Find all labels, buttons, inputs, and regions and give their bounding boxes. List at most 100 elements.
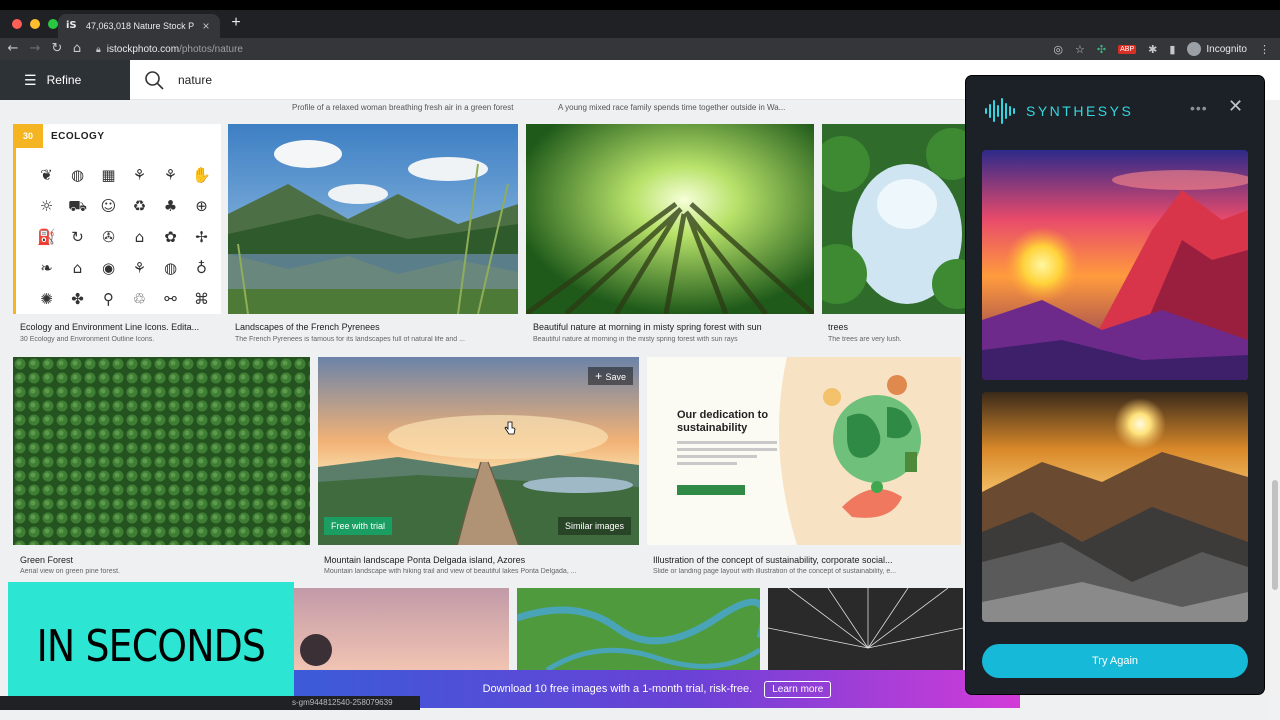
ecology-count-badge: 30 [13, 124, 43, 148]
sustainability-subtitle: Slide or landing page layout with illust… [653, 568, 897, 575]
incognito-label: Incognito [1206, 43, 1247, 55]
spring-forest-title[interactable]: Beautiful nature at morning in misty spr… [533, 322, 818, 332]
refine-button[interactable]: ☰ Refine [0, 60, 130, 100]
green-forest-subtitle: Aerial view on green pine forest. [20, 568, 120, 575]
extension-icon[interactable]: ✣ [1097, 43, 1106, 56]
eco-house-icon: ⌂ [72, 259, 83, 277]
synthesys-brand-name: SYNTHESYS [1026, 103, 1134, 119]
save-button[interactable]: + Save [588, 367, 633, 385]
prev-caption: A young mixed race family spends time to… [558, 103, 786, 112]
ecology-accent-stripe [13, 148, 16, 314]
screen-top-border [0, 0, 1280, 10]
new-tab-icon[interactable]: + [226, 14, 246, 36]
promo-text: Download 10 free images with a 1-month t… [482, 683, 753, 695]
url-host: istockphoto.com [106, 43, 180, 55]
tab-close-icon[interactable]: × [200, 19, 212, 33]
sustainability-text-lines [677, 441, 777, 465]
tab-title: 47,063,018 Nature Stock Pho [86, 21, 194, 31]
maximize-window-button[interactable] [48, 19, 58, 29]
spring-forest-photo[interactable] [526, 124, 814, 314]
wind-turbine-icon: ✇ [102, 228, 115, 246]
hand-cursor-icon [504, 421, 516, 435]
page-scrollbar-thumb[interactable] [1272, 480, 1278, 590]
reload-icon[interactable]: ↻ [48, 40, 66, 58]
lock-icon: 🔒︎ [96, 43, 101, 54]
trees-photo[interactable] [822, 124, 967, 314]
browser-toolbar-right: ◎ ☆ ✣ ABP ✱ ▮ Incognito ⋮ [1053, 41, 1270, 57]
globe-icon: ◍ [70, 166, 85, 184]
browser-tab-strip: iS 47,063,018 Nature Stock Pho × + [0, 10, 1280, 38]
plant-icon: ⚘ [132, 166, 147, 184]
page-scrollbar-track[interactable] [1270, 100, 1280, 720]
ecology-subtitle: 30 Ecology and Environment Outline Icons… [20, 336, 155, 343]
ponta-delgada-title[interactable]: Mountain landscape Ponta Delgada island,… [324, 555, 644, 565]
hand-plant-icon: ✤ [71, 290, 84, 308]
save-label: Save [605, 372, 626, 382]
sunset-person-photo[interactable] [294, 588, 509, 670]
try-again-button[interactable]: Try Again [982, 644, 1248, 678]
green-forest-photo[interactable] [13, 357, 310, 545]
water-drop-icon: ♁ [196, 259, 207, 277]
search-bar [130, 60, 970, 100]
similar-images-button[interactable]: Similar images [557, 517, 631, 535]
back-arrow-icon[interactable]: ← [4, 40, 22, 58]
pyrenees-photo[interactable] [228, 124, 518, 314]
synthesys-brand: SYNTHESYS [984, 98, 1133, 124]
search-input[interactable] [178, 72, 778, 87]
incognito-icon [1187, 42, 1202, 56]
url-field[interactable]: 🔒︎ istockphoto.com/photos/nature [96, 41, 243, 57]
pyrenees-title[interactable]: Landscapes of the French Pyrenees [235, 322, 520, 332]
trees-title[interactable]: trees [828, 322, 968, 332]
hand-icon: ✋ [192, 166, 211, 184]
pyrenees-subtitle: The French Pyrenees is famous for its la… [235, 336, 465, 343]
trees-subtitle: The trees are very lush. [828, 336, 902, 343]
sidepanel-icon[interactable]: ▮ [1169, 43, 1175, 56]
seedling-icon: ⚘ [132, 259, 147, 277]
eye-slash-icon[interactable]: ◎ [1053, 43, 1063, 56]
search-icon[interactable] [144, 70, 164, 90]
dandelion-photo[interactable] [768, 588, 963, 670]
windmill-icon: ✢ [195, 228, 208, 246]
bicycle-icon: ⚯ [164, 290, 177, 308]
gear-sun-icon: ✺ [40, 290, 53, 308]
home-icon[interactable]: ⌂ [68, 40, 86, 58]
learn-more-button[interactable]: Learn more [764, 680, 832, 698]
green-forest-title[interactable]: Green Forest [20, 555, 310, 565]
ponta-delgada-photo[interactable]: + Save Free with trial Similar images [318, 357, 639, 545]
puzzle-icon[interactable]: ✱ [1148, 43, 1157, 56]
ecology-icons-tile[interactable]: 30 ECOLOGY ❦ ◍ ▦ ⚘ ⚘ ✋ ☼ ⛟ ☺ ♻ ♣ ⊕ ⛽ ↻ ✇ ⌂ ✿ ✢ ❧ ⌂ ◉ ⚘ ◍ ♁ ✺… [13, 124, 221, 314]
solar-panel-icon: ▦ [101, 166, 116, 184]
forward-arrow-icon[interactable]: → [26, 40, 44, 58]
more-options-icon[interactable]: ••• [1190, 100, 1208, 116]
plus-icon: + [595, 369, 606, 383]
sprout-icon: ⚘ [163, 166, 178, 184]
recycle-icon: ♻ [132, 197, 147, 215]
sustainability-illustration[interactable]: Our dedication to sustainability [647, 357, 961, 545]
in-seconds-overlay: IN SECONDS [8, 582, 294, 710]
adblock-extension-icon[interactable]: ABP [1118, 44, 1137, 54]
status-bar-url: s-gm944812540-258079639 [0, 696, 420, 710]
river-aerial-photo[interactable] [517, 588, 760, 670]
ecology-title[interactable]: Ecology and Environment Line Icons. Edit… [20, 322, 220, 332]
tree-icon: ♣ [163, 197, 178, 215]
eco-bulb-icon: ⚲ [103, 290, 114, 308]
istock-favicon-icon: iS [66, 20, 77, 31]
sustainability-heading: Our dedication to sustainability [677, 409, 769, 434]
close-panel-icon[interactable]: ✕ [1228, 96, 1243, 117]
more-vert-icon[interactable]: ⋮ [1259, 43, 1270, 56]
close-window-button[interactable] [12, 19, 22, 29]
browser-tab[interactable]: iS 47,063,018 Nature Stock Pho × [58, 14, 220, 38]
minimize-window-button[interactable] [30, 19, 40, 29]
free-with-trial-badge[interactable]: Free with trial [324, 517, 393, 535]
generated-image-1[interactable] [982, 150, 1248, 380]
eco-globe-icon: ◍ [163, 259, 178, 277]
trash-icon: ♲ [132, 290, 147, 308]
planet-icon: ◉ [101, 259, 116, 277]
browser-address-bar: ← → ↻ ⌂ 🔒︎ istockphoto.com/photos/nature… [0, 38, 1280, 60]
synthesys-panel: SYNTHESYS ••• ✕ Try Again [966, 76, 1264, 694]
incognito-indicator[interactable]: Incognito [1187, 42, 1247, 56]
generated-image-2[interactable] [982, 392, 1248, 622]
bookmark-star-icon[interactable]: ☆ [1075, 43, 1085, 56]
sustainability-title[interactable]: Illustration of the concept of sustainab… [653, 555, 953, 565]
cycle-icon: ↻ [71, 228, 84, 246]
